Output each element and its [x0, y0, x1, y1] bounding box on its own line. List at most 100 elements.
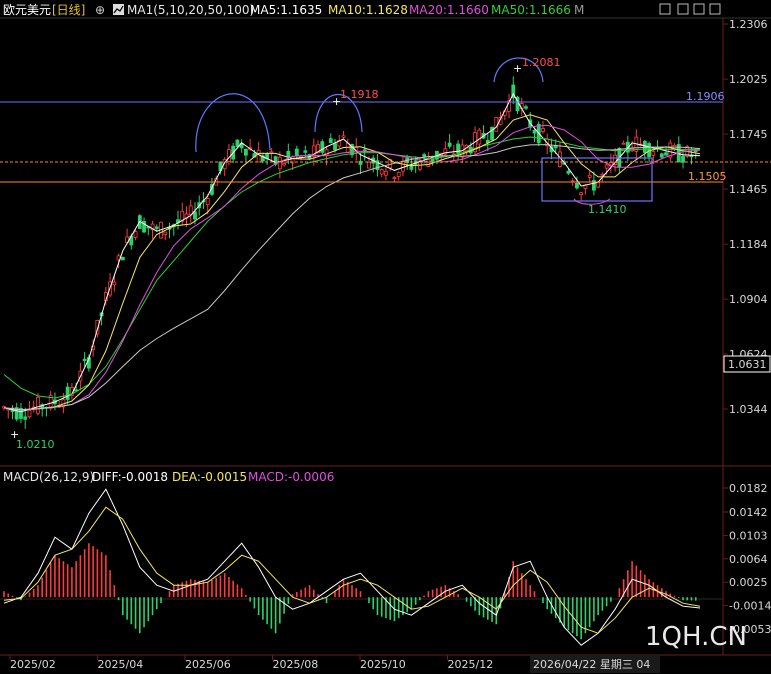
candle-body — [345, 142, 350, 154]
macd-y-tick-label: -0.0014 — [729, 600, 771, 613]
candle-body — [227, 149, 231, 162]
candle-body — [396, 171, 401, 177]
candle-body — [447, 142, 452, 147]
candle-body — [205, 198, 210, 206]
peak1-marker: + — [332, 95, 341, 108]
candle-body — [320, 141, 325, 153]
box-low-label: 1.1410 — [588, 203, 627, 216]
cursor-date: 2026/04/22 星期三 04 — [533, 658, 650, 671]
candle-body — [341, 135, 346, 138]
y-tick-label: 1.0904 — [729, 293, 768, 306]
y-tick-label: 1.2306 — [729, 18, 768, 31]
candle-body — [681, 155, 685, 163]
candle-body — [282, 163, 286, 166]
ma10-value: MA10:1.1628 — [328, 3, 408, 17]
candle-body — [430, 158, 435, 162]
candle-body — [426, 159, 431, 167]
candle-body — [27, 409, 32, 418]
mode-label[interactable]: M — [574, 3, 584, 17]
macd-dea-value: DEA:-0.0015 — [172, 470, 247, 484]
x-tick-label: 2025/06 — [185, 658, 231, 671]
macd-macd-value: MACD:-0.0006 — [248, 470, 334, 484]
start-low-marker: + — [10, 428, 19, 441]
candle-body — [333, 143, 337, 151]
period-label[interactable]: [日线] — [52, 3, 85, 17]
candle-body — [154, 226, 159, 229]
candle-body — [303, 150, 308, 153]
y-tick-label: 1.2025 — [729, 73, 768, 86]
macd-y-tick-label: 0.0064 — [729, 553, 768, 566]
chart-background — [0, 0, 771, 674]
candle-body — [575, 182, 579, 189]
x-tick-label: 2025/12 — [448, 658, 494, 671]
candle-body — [392, 176, 397, 179]
candle-body — [163, 231, 168, 235]
candle-body — [401, 160, 405, 172]
candle-body — [600, 173, 605, 176]
y-tick-label: 1.1184 — [729, 238, 768, 251]
candle-body — [188, 205, 193, 216]
zoom-icon[interactable]: ⊕ — [95, 3, 105, 17]
ma50-value: MA50:1.1666 — [491, 3, 571, 17]
y-tick-label: 1.1465 — [729, 183, 768, 196]
candle-body — [422, 154, 427, 157]
candle-body — [477, 129, 482, 145]
candle-body — [244, 148, 248, 156]
candle-body — [36, 396, 40, 414]
watermark: 1QH.CN — [645, 622, 747, 652]
x-tick-label: 2025/10 — [360, 658, 406, 671]
chart-canvas[interactable]: 欧元美元 [日线] ⊕ MA1(5,10,20,50,100) MA5:1.16… — [0, 0, 771, 674]
peak2-label: 1.2081 — [522, 56, 561, 69]
macd-y-tick-label: 0.0182 — [729, 482, 768, 495]
candle-body — [112, 281, 117, 286]
candle-body — [579, 192, 584, 195]
macd-y-tick-label: 0.0103 — [729, 529, 768, 542]
support-label: 1.1505 — [688, 170, 727, 183]
y-tick-label: 1.0344 — [729, 403, 768, 416]
candle-body — [256, 149, 261, 163]
candle-body — [532, 129, 537, 134]
y-tick-label: 1.1745 — [729, 128, 768, 141]
candle-body — [367, 161, 371, 169]
ma5-value: MA5:1.1635 — [250, 3, 322, 17]
candle-body — [604, 164, 609, 169]
candle-body — [120, 256, 125, 261]
candle-body — [566, 170, 571, 174]
ma-label[interactable]: MA1(5,10,20,50,100) — [127, 3, 254, 17]
macd-y-tick-label: 0.0025 — [729, 576, 768, 589]
candle-body — [328, 138, 333, 144]
macd-diff-value: DIFF:-0.0018 — [92, 470, 168, 484]
peak1-label: 1.1918 — [340, 88, 379, 101]
resistance-label: 1.1906 — [686, 90, 725, 103]
ma20-value: MA20:1.1660 — [409, 3, 489, 17]
candle-body — [23, 416, 28, 420]
candle-body — [541, 128, 545, 132]
x-tick-label: 2025/08 — [273, 658, 319, 671]
start-low-label: 1.0210 — [16, 438, 55, 451]
candle-body — [659, 153, 664, 158]
candle-body — [82, 358, 87, 361]
candle-body — [596, 182, 601, 188]
candle-body — [553, 145, 558, 149]
candle-body — [277, 156, 282, 170]
x-tick-label: 2025/02 — [10, 658, 56, 671]
candle-body — [384, 170, 388, 176]
candle-body — [294, 148, 299, 157]
candle-body — [193, 211, 197, 220]
peak2-marker: + — [513, 62, 522, 75]
candle-body — [621, 142, 626, 145]
x-tick-label: 2025/04 — [98, 658, 144, 671]
candle-body — [65, 386, 70, 400]
instrument-name: 欧元美元 — [3, 3, 51, 17]
candle-body — [664, 152, 668, 156]
candle-body — [651, 151, 656, 156]
candle-body — [587, 174, 592, 178]
candle-body — [286, 150, 291, 158]
candle-body — [379, 169, 384, 175]
macd-label[interactable]: MACD(26,12,9) — [3, 470, 94, 484]
macd-y-tick-label: 0.0142 — [729, 506, 768, 519]
candle-body — [235, 139, 240, 147]
candle-body — [524, 106, 528, 109]
last-price-label: 1.0631 — [728, 358, 767, 371]
candle-body — [269, 151, 274, 154]
